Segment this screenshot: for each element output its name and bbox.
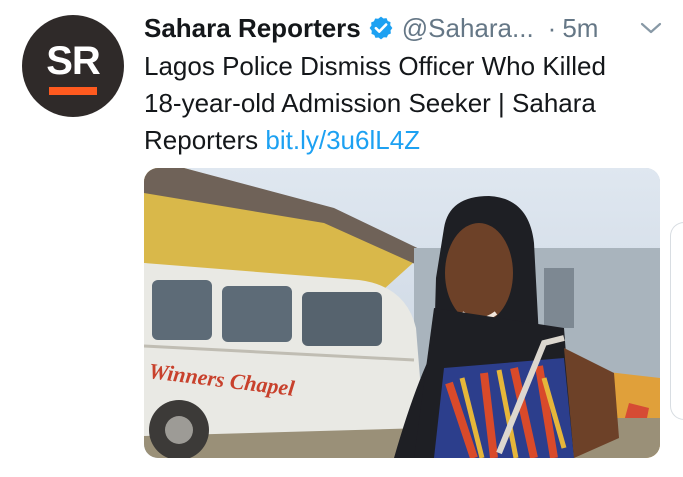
tweet-text-line: 18-year-old Admission Seeker | Sahara bbox=[144, 88, 596, 118]
author-name[interactable]: Sahara Reporters bbox=[144, 13, 361, 44]
tweet-text: Lagos Police Dismiss Officer Who Killed … bbox=[144, 48, 664, 159]
tweet-timestamp[interactable]: 5m bbox=[562, 13, 598, 44]
author-handle[interactable]: @Sahara... bbox=[402, 13, 534, 44]
tweet-media[interactable]: Winners Chapel bbox=[144, 168, 660, 458]
tweet-link[interactable]: bit.ly/3u6lL4Z bbox=[265, 125, 420, 155]
tweet-header: Sahara Reporters @Sahara... · 5m bbox=[144, 10, 664, 46]
avatar[interactable]: SR bbox=[22, 15, 124, 117]
next-tweet-edge bbox=[670, 222, 683, 420]
header-separator: · bbox=[547, 12, 557, 43]
tweet-text-line: Lagos Police Dismiss Officer Who Killed bbox=[144, 51, 606, 81]
tweet-text-line: Reporters bit.ly/3u6lL4Z bbox=[144, 122, 664, 159]
chevron-down-icon[interactable] bbox=[638, 16, 664, 40]
avatar-logo-bar bbox=[49, 87, 97, 95]
verified-badge-icon bbox=[369, 16, 393, 40]
tweet-text-segment: Reporters bbox=[144, 125, 259, 155]
avatar-logo-text: SR bbox=[46, 39, 101, 83]
media-photo: Winners Chapel bbox=[144, 168, 660, 458]
